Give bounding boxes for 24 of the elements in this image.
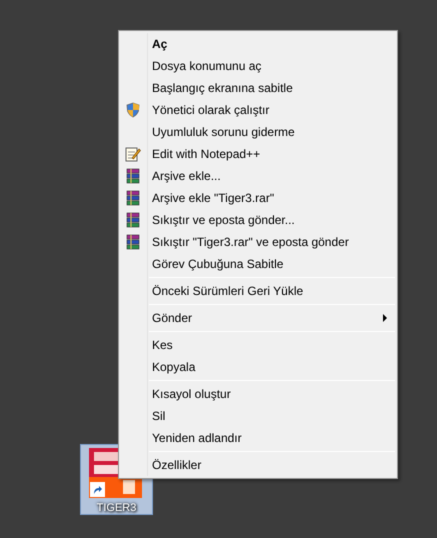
menu-item[interactable]: Kes — [119, 334, 397, 356]
books-icon — [125, 234, 141, 250]
menu-item[interactable]: Arşive ekle... — [119, 165, 397, 187]
books-icon — [125, 212, 141, 228]
menu-item[interactable]: Gönder — [119, 307, 397, 329]
menu-item[interactable]: Aç — [119, 33, 397, 55]
menu-item[interactable]: Sıkıştır "Tiger3.rar" ve eposta gönder — [119, 231, 397, 253]
shield-icon — [126, 102, 140, 118]
menu-item[interactable]: Dosya konumunu aç — [119, 55, 397, 77]
menu-item[interactable]: Kopyala — [119, 356, 397, 378]
menu-item[interactable]: Uyumluluk sorunu giderme — [119, 121, 397, 143]
icon-label: TIGER3 — [96, 501, 138, 516]
menu-item[interactable]: Kısayol oluştur — [119, 383, 397, 405]
menu-item[interactable]: Görev Çubuğuna Sabitle — [119, 253, 397, 275]
menu-item[interactable]: Sil — [119, 405, 397, 427]
notepad-icon — [125, 146, 141, 162]
menu-item[interactable]: Sıkıştır ve eposta gönder... — [119, 209, 397, 231]
menu-item[interactable]: Edit with Notepad++ — [119, 143, 397, 165]
menu-item[interactable]: Önceki Sürümleri Geri Yükle — [119, 280, 397, 302]
menu-item[interactable]: Arşive ekle "Tiger3.rar" — [119, 187, 397, 209]
books-icon — [125, 190, 141, 206]
menu-item[interactable]: Başlangıç ekranına sabitle — [119, 77, 397, 99]
books-icon — [125, 168, 141, 184]
menu-item[interactable]: Yönetici olarak çalıştır — [119, 99, 397, 121]
